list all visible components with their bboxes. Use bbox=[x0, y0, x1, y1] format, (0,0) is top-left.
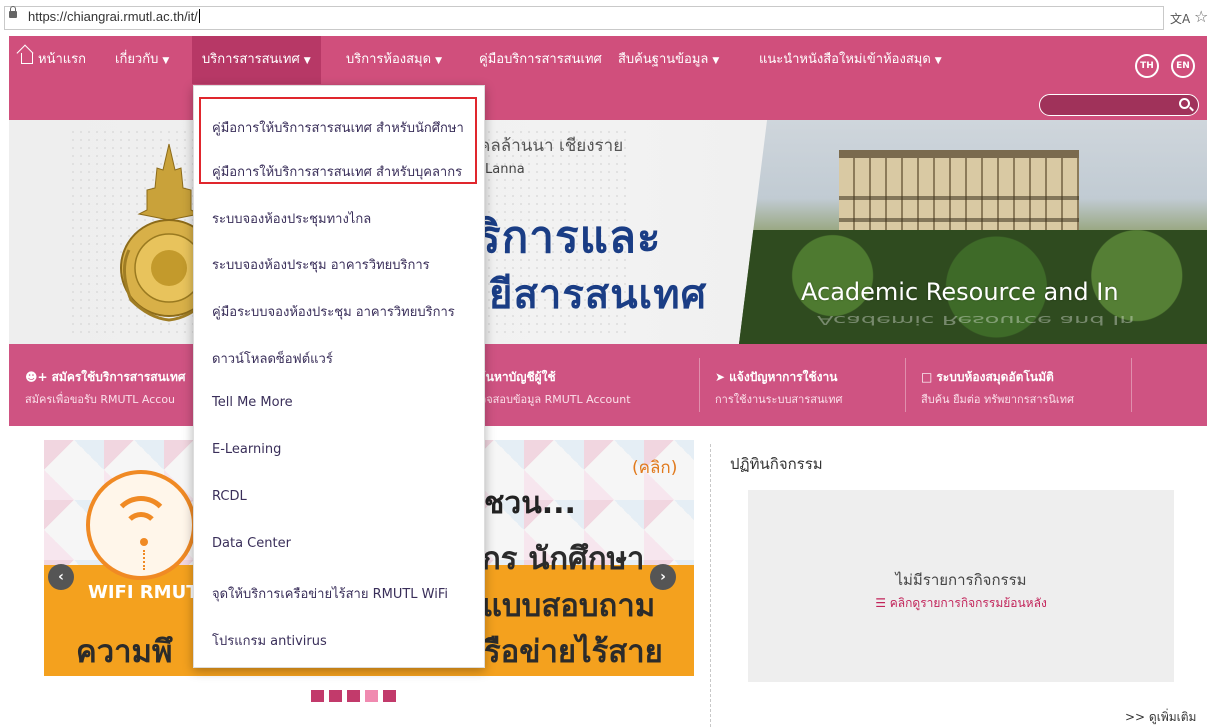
nav-home[interactable]: หน้าแรก bbox=[21, 36, 86, 84]
slider-line-2: แบบสอบถาม bbox=[482, 588, 656, 624]
dropdown-item-staff-manual[interactable]: คู่มือการให้บริการสารสนเทศ สำหรับบุคลากร bbox=[212, 161, 462, 182]
chevron-down-icon: ▼ bbox=[435, 56, 442, 66]
slider-next-button[interactable]: › bbox=[650, 564, 676, 590]
dropdown-item-tell-me-more[interactable]: Tell Me More bbox=[212, 395, 293, 410]
chevron-down-icon: ▼ bbox=[162, 56, 170, 66]
dropdown-item-rcdl[interactable]: RCDL bbox=[212, 489, 247, 504]
slider-headline: ชวน... bbox=[484, 486, 576, 521]
dropdown-item-antivirus[interactable]: โปรแกรม antivirus bbox=[212, 630, 327, 651]
user-add-icon: ☻+ bbox=[25, 370, 48, 384]
wifi-icon bbox=[86, 470, 196, 580]
no-activity-text: ไม่มีรายการกิจกรรม bbox=[895, 571, 1027, 589]
slider-indicators bbox=[311, 690, 401, 702]
send-icon: ➤ bbox=[715, 370, 726, 384]
building-photo bbox=[739, 120, 1207, 344]
activity-panel: ไม่มีรายการกิจกรรม ☰ คลิกดูรายการกิจกรรม… bbox=[748, 490, 1174, 682]
dropdown-item-software-download[interactable]: ดาวน์โหลดซ็อฟต์แวร์ bbox=[212, 348, 333, 369]
slider-dot[interactable] bbox=[329, 690, 342, 702]
url-text[interactable]: https://chiangrai.rmutl.ac.th/it/ bbox=[28, 9, 200, 24]
list-icon: ☰ bbox=[875, 596, 890, 610]
dropdown-item-wifi[interactable]: จุดให้บริการเครือข่ายไร้สาย RMUTL WiFi bbox=[212, 583, 448, 604]
activity-title: ปฏิทินกิจกรรม bbox=[730, 455, 823, 473]
service-report-problem[interactable]: ➤ แจ้งปัญหาการใช้งาน การใช้งานระบบสารสนเท… bbox=[715, 344, 842, 426]
nav-it-manual[interactable]: คู่มือบริการสารสนเทศ bbox=[479, 36, 602, 84]
lang-en-button[interactable]: EN bbox=[1171, 54, 1195, 78]
star-icon[interactable]: ☆ bbox=[1194, 7, 1208, 26]
slider-line-4: ความพึ bbox=[76, 634, 173, 670]
activity-history-link[interactable]: ☰ คลิกดูรายการกิจกรรมย้อนหลัง bbox=[748, 594, 1174, 613]
chevron-down-icon: ▼ bbox=[712, 56, 720, 66]
slider-dot[interactable] bbox=[383, 690, 396, 702]
dropdown-item-room-booking-manual[interactable]: คู่มือระบบจองห้องประชุม อาคารวิทยบริการ bbox=[212, 301, 455, 322]
it-services-dropdown: คู่มือการให้บริการสารสนเทศ สำหรับนักศึกษ… bbox=[193, 85, 485, 668]
dropdown-item-room-booking[interactable]: ระบบจองห้องประชุม อาคารวิทยบริการ bbox=[212, 254, 430, 275]
slider-dot-active[interactable] bbox=[365, 690, 378, 702]
hero-banner: คลล้านนา เชียงราย Lanna ริการและ ยีสารสน… bbox=[9, 120, 1207, 344]
search-input[interactable] bbox=[1039, 94, 1199, 116]
dropdown-item-data-center[interactable]: Data Center bbox=[212, 536, 291, 551]
slider-line-3: รือข่ายไร้สาย bbox=[484, 634, 663, 670]
slider-dot[interactable] bbox=[311, 690, 324, 702]
browser-address-bar: https://chiangrai.rmutl.ac.th/it/ 文A ☆ bbox=[0, 0, 1215, 36]
dropdown-item-student-manual[interactable]: คู่มือการให้บริการสารสนเทศ สำหรับนักศึกษ… bbox=[212, 117, 464, 138]
wifi-label: WIFI RMUTL bbox=[88, 582, 210, 603]
translate-icon[interactable]: 文A bbox=[1170, 10, 1190, 27]
slider-dot[interactable] bbox=[347, 690, 360, 702]
slider-prev-button[interactable]: ‹ bbox=[48, 564, 74, 590]
chevron-down-icon: ▼ bbox=[934, 56, 942, 66]
chevron-down-icon: ▼ bbox=[303, 56, 311, 66]
nav-database-search[interactable]: สืบค้นฐานข้อมูล ▼ bbox=[618, 36, 719, 84]
banner-university-en: Lanna bbox=[485, 162, 525, 177]
service-find-account[interactable]: ⌕ค้นหาบัญชีผู้ใช้ ตรวจสอบข้อมูล RMUTL Ac… bbox=[467, 344, 631, 426]
slider-line-1: กร นักศึกษา bbox=[482, 541, 645, 577]
dropdown-item-video-conference[interactable]: ระบบจองห้องประชุมทางไกล bbox=[212, 208, 371, 229]
slider-click-label[interactable]: (คลิก) bbox=[632, 454, 677, 481]
service-bar: ☻+ สมัครใช้บริการสารสนเทศ สมัครเพื่อขอรับ… bbox=[9, 344, 1207, 426]
nav-it-services[interactable]: บริการสารสนเทศ ▼ bbox=[192, 36, 321, 84]
search-icon[interactable] bbox=[1179, 98, 1190, 109]
dropdown-item-elearning[interactable]: E-Learning bbox=[212, 442, 281, 457]
laptop-icon: □ bbox=[921, 370, 933, 384]
banner-academic-reflection: Academic Resource and In bbox=[817, 313, 1135, 327]
nav-library-services[interactable]: บริการห้องสมุด ▼ bbox=[346, 36, 442, 84]
main-navbar: หน้าแรก เกี่ยวกับ ▼ บริการสารสนเทศ ▼ บริกา… bbox=[9, 36, 1207, 120]
banner-academic-text: Academic Resource and In bbox=[801, 278, 1119, 306]
home-icon bbox=[21, 53, 33, 64]
see-more-link[interactable]: >> ดูเพิ่มเติม bbox=[1125, 708, 1196, 727]
lock-icon bbox=[9, 6, 17, 18]
service-library-system[interactable]: □ ระบบห้องสมุดอัตโนมัติ สืบค้น ยืมต่อ ทรั… bbox=[921, 344, 1074, 426]
nav-about[interactable]: เกี่ยวกับ ▼ bbox=[115, 36, 169, 84]
nav-new-books[interactable]: แนะนำหนังสือใหม่เข้าห้องสมุด ▼ bbox=[759, 36, 942, 84]
lang-th-button[interactable]: TH bbox=[1135, 54, 1159, 78]
banner-headline-2: ยีสารสนเทศ bbox=[489, 272, 707, 318]
service-register[interactable]: ☻+ สมัครใช้บริการสารสนเทศ สมัครเพื่อขอรับ… bbox=[25, 344, 185, 426]
banner-university-th: คลล้านนา เชียงราย bbox=[479, 136, 624, 156]
